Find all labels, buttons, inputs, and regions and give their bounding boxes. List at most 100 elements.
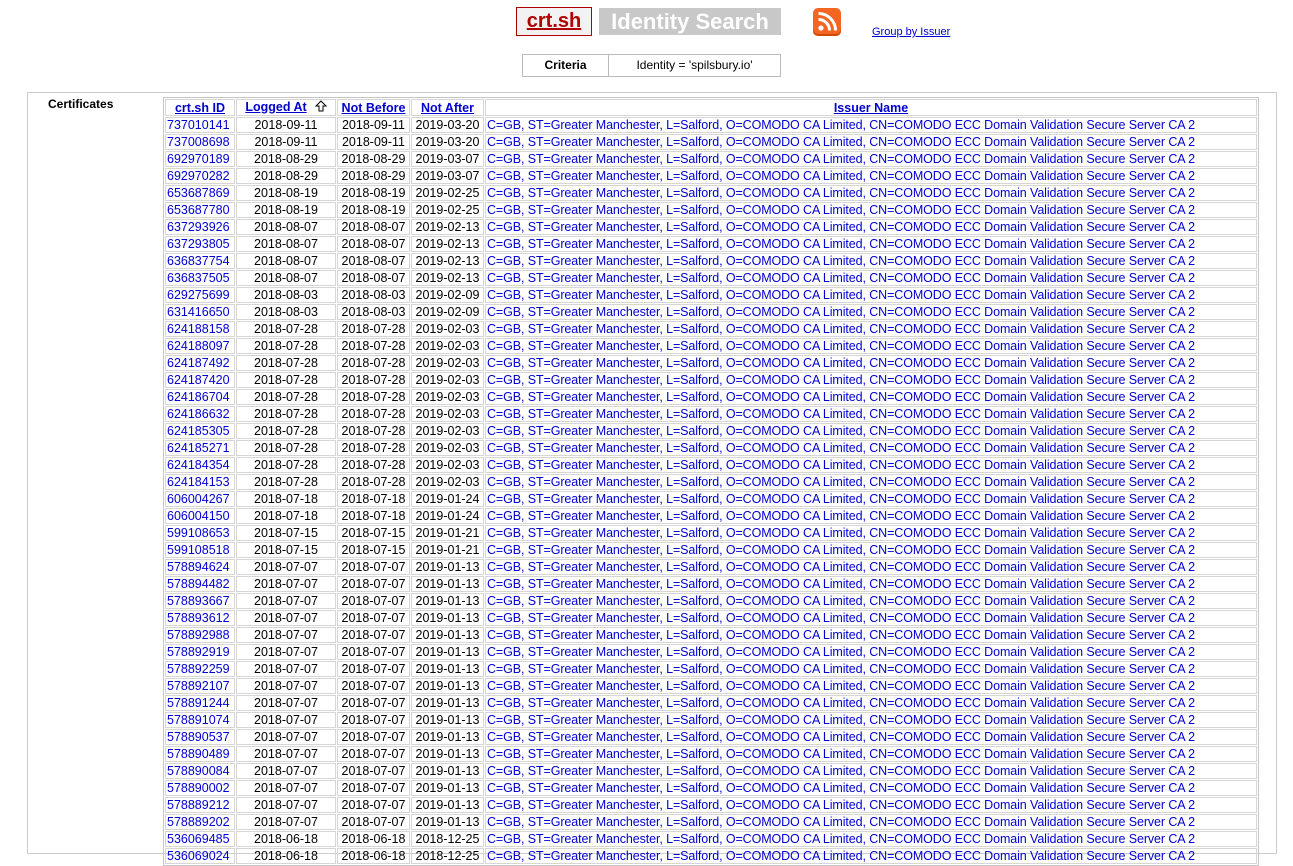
issuer-name-link[interactable]: C=GB, ST=Greater Manchester, L=Salford, … [487,390,1195,404]
crtsh-id-link[interactable]: 624185305 [167,424,230,438]
crtsh-id-link[interactable]: 536069024 [167,849,230,863]
group-by-issuer-link[interactable]: Group by Issuer [872,26,950,38]
crtsh-id-link[interactable]: 637293926 [167,220,230,234]
crtsh-id-link[interactable]: 578892988 [167,628,230,642]
issuer-name-link[interactable]: C=GB, ST=Greater Manchester, L=Salford, … [487,339,1195,353]
crtsh-id-link[interactable]: 637293805 [167,237,230,251]
sort-by-crtsh-id-link[interactable]: crt.sh ID [175,101,225,115]
issuer-name-link[interactable]: C=GB, ST=Greater Manchester, L=Salford, … [487,441,1195,455]
crtsh-id-link[interactable]: 692970282 [167,169,230,183]
crtsh-id-link[interactable]: 578890002 [167,781,230,795]
crtsh-id-link[interactable]: 578890537 [167,730,230,744]
issuer-name-link[interactable]: C=GB, ST=Greater Manchester, L=Salford, … [487,271,1195,285]
issuer-name-link[interactable]: C=GB, ST=Greater Manchester, L=Salford, … [487,781,1195,795]
sort-by-issuer-name-link[interactable]: Issuer Name [834,101,908,115]
issuer-name-link[interactable]: C=GB, ST=Greater Manchester, L=Salford, … [487,203,1195,217]
issuer-name-link[interactable]: C=GB, ST=Greater Manchester, L=Salford, … [487,458,1195,472]
issuer-name-link[interactable]: C=GB, ST=Greater Manchester, L=Salford, … [487,237,1195,251]
crtsh-id-link[interactable]: 599108653 [167,526,230,540]
issuer-name-link[interactable]: C=GB, ST=Greater Manchester, L=Salford, … [487,662,1195,676]
issuer-name-link[interactable]: C=GB, ST=Greater Manchester, L=Salford, … [487,628,1195,642]
crtsh-id-link[interactable]: 624186632 [167,407,230,421]
issuer-name-link[interactable]: C=GB, ST=Greater Manchester, L=Salford, … [487,764,1195,778]
crtsh-id-link[interactable]: 606004150 [167,509,230,523]
issuer-name-link[interactable]: C=GB, ST=Greater Manchester, L=Salford, … [487,849,1195,863]
issuer-name-link[interactable]: C=GB, ST=Greater Manchester, L=Salford, … [487,832,1195,846]
rss-feed-icon[interactable] [813,8,841,36]
crtsh-id-link[interactable]: 578891244 [167,696,230,710]
issuer-name-link[interactable]: C=GB, ST=Greater Manchester, L=Salford, … [487,169,1195,183]
crtsh-id-link[interactable]: 536069485 [167,832,230,846]
crtsh-id-link[interactable]: 624185271 [167,441,230,455]
sort-by-not-before-link[interactable]: Not Before [342,101,406,115]
issuer-name-link[interactable]: C=GB, ST=Greater Manchester, L=Salford, … [487,747,1195,761]
crt-sh-logo-link[interactable]: crt.sh [516,7,592,36]
crtsh-id-link[interactable]: 578889212 [167,798,230,812]
issuer-name-link[interactable]: C=GB, ST=Greater Manchester, L=Salford, … [487,186,1195,200]
issuer-name-link[interactable]: C=GB, ST=Greater Manchester, L=Salford, … [487,560,1195,574]
crtsh-id-link[interactable]: 737008698 [167,135,230,149]
sort-by-not-after-link[interactable]: Not After [421,101,474,115]
issuer-name-link[interactable]: C=GB, ST=Greater Manchester, L=Salford, … [487,135,1195,149]
issuer-name-link[interactable]: C=GB, ST=Greater Manchester, L=Salford, … [487,798,1195,812]
crtsh-id-link[interactable]: 624187492 [167,356,230,370]
issuer-name-link[interactable]: C=GB, ST=Greater Manchester, L=Salford, … [487,611,1195,625]
issuer-name-link[interactable]: C=GB, ST=Greater Manchester, L=Salford, … [487,594,1195,608]
crtsh-id-link[interactable]: 578892107 [167,679,230,693]
column-header-issuer-name[interactable]: Issuer Name [485,99,1257,116]
crtsh-id-link[interactable]: 624187420 [167,373,230,387]
crtsh-id-link[interactable]: 578889202 [167,815,230,829]
crtsh-id-link[interactable]: 653687869 [167,186,230,200]
issuer-name-link[interactable]: C=GB, ST=Greater Manchester, L=Salford, … [487,679,1195,693]
column-header-not-after[interactable]: Not After [411,99,484,116]
crtsh-id-link[interactable]: 653687780 [167,203,230,217]
crtsh-id-link[interactable]: 636837505 [167,271,230,285]
sort-by-logged-at-link[interactable]: Logged At [245,100,306,114]
column-header-crtsh-id[interactable]: crt.sh ID [165,99,235,116]
crtsh-id-link[interactable]: 624188158 [167,322,230,336]
crtsh-id-link[interactable]: 631416650 [167,305,230,319]
crtsh-id-link[interactable]: 578893667 [167,594,230,608]
issuer-name-link[interactable]: C=GB, ST=Greater Manchester, L=Salford, … [487,526,1195,540]
issuer-name-link[interactable]: C=GB, ST=Greater Manchester, L=Salford, … [487,424,1195,438]
column-header-not-before[interactable]: Not Before [337,99,410,116]
issuer-name-link[interactable]: C=GB, ST=Greater Manchester, L=Salford, … [487,152,1195,166]
crtsh-id-link[interactable]: 578893612 [167,611,230,625]
crtsh-id-link[interactable]: 578891074 [167,713,230,727]
issuer-name-link[interactable]: C=GB, ST=Greater Manchester, L=Salford, … [487,407,1195,421]
issuer-name-link[interactable]: C=GB, ST=Greater Manchester, L=Salford, … [487,509,1195,523]
crtsh-id-link[interactable]: 629275699 [167,288,230,302]
issuer-name-link[interactable]: C=GB, ST=Greater Manchester, L=Salford, … [487,543,1195,557]
crtsh-id-link[interactable]: 578892919 [167,645,230,659]
crtsh-id-link[interactable]: 599108518 [167,543,230,557]
issuer-name-link[interactable]: C=GB, ST=Greater Manchester, L=Salford, … [487,118,1195,132]
issuer-name-link[interactable]: C=GB, ST=Greater Manchester, L=Salford, … [487,373,1195,387]
issuer-name-link[interactable]: C=GB, ST=Greater Manchester, L=Salford, … [487,322,1195,336]
crtsh-id-link[interactable]: 578892259 [167,662,230,676]
crtsh-id-link[interactable]: 624184153 [167,475,230,489]
crtsh-id-link[interactable]: 578894482 [167,577,230,591]
crtsh-id-link[interactable]: 624184354 [167,458,230,472]
crtsh-id-link[interactable]: 578890084 [167,764,230,778]
crtsh-id-link[interactable]: 737010141 [167,118,230,132]
issuer-name-link[interactable]: C=GB, ST=Greater Manchester, L=Salford, … [487,645,1195,659]
crtsh-id-link[interactable]: 624188097 [167,339,230,353]
issuer-name-link[interactable]: C=GB, ST=Greater Manchester, L=Salford, … [487,492,1195,506]
column-header-logged-at[interactable]: Logged At [236,99,336,116]
issuer-name-link[interactable]: C=GB, ST=Greater Manchester, L=Salford, … [487,696,1195,710]
issuer-name-link[interactable]: C=GB, ST=Greater Manchester, L=Salford, … [487,356,1195,370]
issuer-name-link[interactable]: C=GB, ST=Greater Manchester, L=Salford, … [487,220,1195,234]
crtsh-id-link[interactable]: 692970189 [167,152,230,166]
crtsh-id-link[interactable]: 606004267 [167,492,230,506]
issuer-name-link[interactable]: C=GB, ST=Greater Manchester, L=Salford, … [487,577,1195,591]
crtsh-id-link[interactable]: 578894624 [167,560,230,574]
issuer-name-link[interactable]: C=GB, ST=Greater Manchester, L=Salford, … [487,730,1195,744]
issuer-name-link[interactable]: C=GB, ST=Greater Manchester, L=Salford, … [487,815,1195,829]
issuer-name-link[interactable]: C=GB, ST=Greater Manchester, L=Salford, … [487,475,1195,489]
issuer-name-link[interactable]: C=GB, ST=Greater Manchester, L=Salford, … [487,305,1195,319]
crtsh-id-link[interactable]: 636837754 [167,254,230,268]
issuer-name-link[interactable]: C=GB, ST=Greater Manchester, L=Salford, … [487,713,1195,727]
issuer-name-link[interactable]: C=GB, ST=Greater Manchester, L=Salford, … [487,254,1195,268]
crtsh-id-link[interactable]: 578890489 [167,747,230,761]
issuer-name-link[interactable]: C=GB, ST=Greater Manchester, L=Salford, … [487,288,1195,302]
